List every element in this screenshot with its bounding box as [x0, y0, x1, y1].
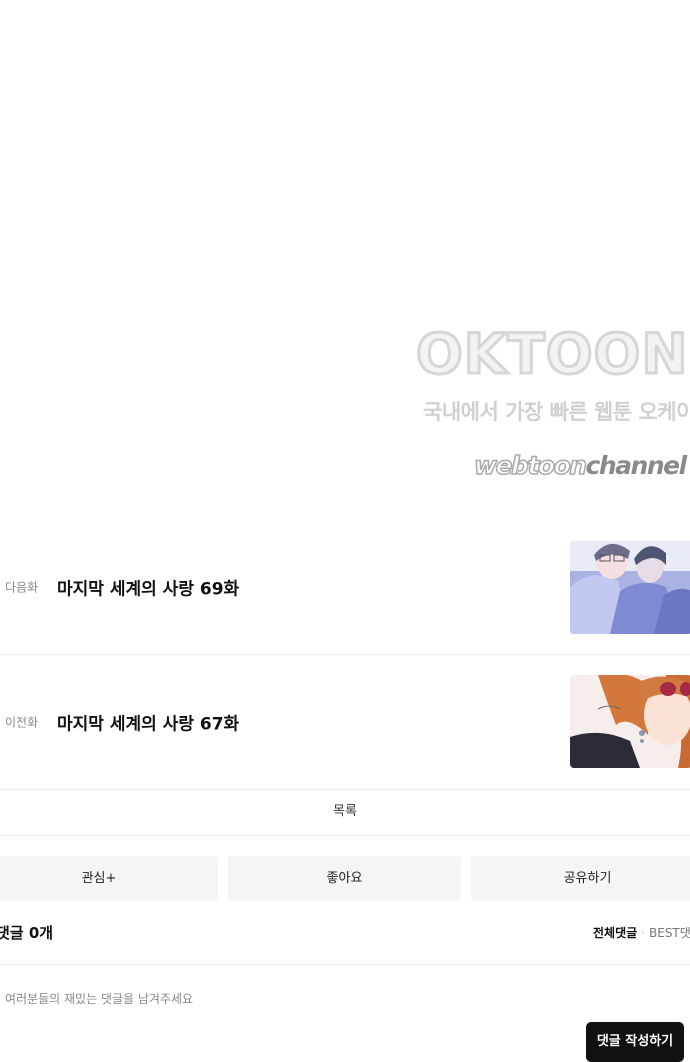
prev-episode-title: 마지막 세계의 사랑 67화	[57, 714, 240, 735]
tab-best-comments[interactable]: BEST댓글	[649, 926, 690, 940]
ad-banner[interactable]: OKTOON 국내에서 가장 빠른 웹툰 오케이툰 webtoonchannel	[0, 0, 690, 520]
next-episode-row[interactable]: 다음화 마지막 세계의 사랑 69화	[0, 520, 690, 655]
banner-tagline: 국내에서 가장 빠른 웹툰 오케이툰	[423, 400, 690, 424]
list-button[interactable]: 목록	[0, 789, 690, 836]
next-episode-title: 마지막 세계의 사랑 69화	[57, 579, 240, 600]
prev-episode-thumbnail[interactable]	[570, 675, 690, 768]
webtoonchannel-logo: webtoonchannel	[473, 450, 688, 481]
next-episode-thumbnail[interactable]	[570, 541, 690, 634]
prev-episode-thumbnail-art	[570, 675, 690, 768]
next-episode-tag: 다음화	[5, 580, 39, 595]
logo-text-webtoon: webtoon	[473, 450, 588, 481]
tab-all-comments[interactable]: 전체댓글	[593, 926, 637, 940]
share-button[interactable]: 공유하기	[471, 856, 690, 901]
comment-input[interactable]: 여러분들의 재밌는 댓글을 남겨주세요	[5, 990, 193, 1007]
prev-episode-tag: 이전화	[5, 715, 39, 730]
comment-count: 댓글 0개	[0, 924, 54, 942]
comment-tabs: 전체댓글 · BEST댓글	[593, 924, 690, 941]
next-episode-thumbnail-art	[570, 541, 690, 634]
comment-header: 댓글 0개 전체댓글 · BEST댓글	[0, 912, 690, 965]
interest-button[interactable]: 관심+	[0, 856, 218, 901]
oktoon-logo: OKTOON	[414, 321, 689, 388]
like-button[interactable]: 좋아요	[228, 856, 461, 901]
write-comment-button[interactable]: 댓글 작성하기	[586, 1022, 684, 1062]
prev-episode-row[interactable]: 이전화 마지막 세계의 사랑 67화	[0, 655, 690, 790]
tab-separator-dot: ·	[641, 926, 645, 940]
logo-text-channel: channel	[585, 451, 688, 480]
